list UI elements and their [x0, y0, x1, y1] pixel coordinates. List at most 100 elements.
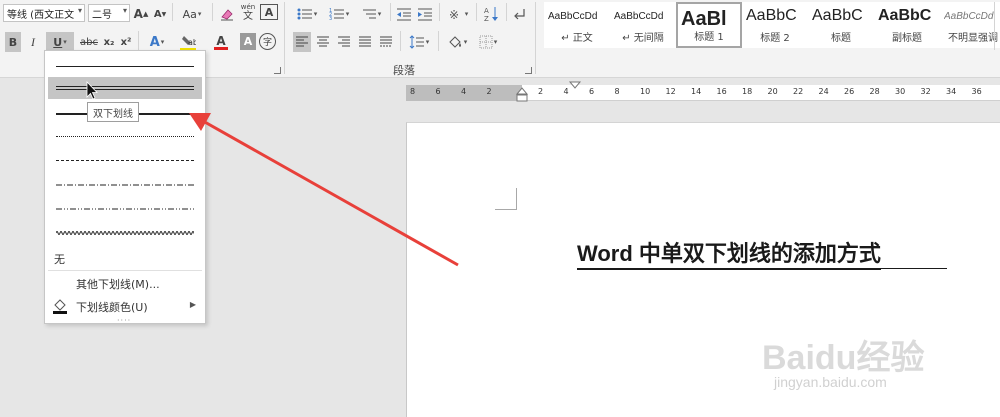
- sort-button[interactable]: AZ: [482, 4, 500, 24]
- change-case-button[interactable]: Aa ▾: [178, 4, 206, 24]
- paragraph-group-label: 段落: [393, 64, 415, 77]
- underline-none-option[interactable]: 无: [48, 247, 202, 269]
- text-effects-button[interactable]: A ▾: [144, 32, 170, 52]
- style-sample: AaBbCcDd: [548, 11, 598, 22]
- shrink-font-button[interactable]: A ▼: [153, 4, 167, 24]
- underline-single-option[interactable]: [48, 55, 202, 77]
- chevron-down-icon: ▾: [63, 38, 67, 46]
- ruler-tick-label: 8: [614, 87, 620, 96]
- highlight-button[interactable]: ab: [174, 32, 202, 52]
- ruler-tick-label: 22: [793, 87, 804, 96]
- document-title[interactable]: Word 中单双下划线的添加方式: [577, 236, 881, 270]
- ruler-tick-label: 18: [742, 87, 753, 96]
- show-marks-button[interactable]: [511, 4, 529, 24]
- ruler-tick-label: 28: [869, 87, 880, 96]
- ruler-tick-label: 14: [691, 87, 702, 96]
- underline-dash-dot-option[interactable]: [48, 174, 202, 196]
- menu-resize-grip[interactable]: ····: [117, 316, 131, 325]
- style-tile[interactable]: AaBl 标题 1: [676, 2, 742, 48]
- align-center-icon: [317, 36, 329, 47]
- subscript-button[interactable]: x₂: [101, 32, 117, 52]
- style-sample: AaBbCcDd: [614, 11, 664, 22]
- increase-indent-button[interactable]: [416, 4, 434, 24]
- svg-text:ab: ab: [188, 38, 196, 47]
- align-left-button[interactable]: [293, 32, 311, 52]
- borders-icon: [479, 35, 493, 49]
- style-tile[interactable]: AaBbC 副标题: [874, 2, 940, 48]
- underline-dotted-option[interactable]: [48, 125, 202, 147]
- numbering-button[interactable]: 1 2 3 ▾: [325, 4, 353, 24]
- align-right-button[interactable]: [335, 32, 353, 52]
- style-name: ↵ 正文: [561, 33, 593, 44]
- underline-wavy-option[interactable]: [48, 223, 202, 245]
- eraser-icon: [221, 9, 233, 21]
- style-name: 不明显强调: [948, 33, 998, 44]
- outdent-icon: [397, 8, 411, 21]
- bullets-button[interactable]: ▾: [293, 4, 321, 24]
- underline-double-option[interactable]: [48, 77, 202, 99]
- ruler-tick-label: 30: [895, 87, 906, 96]
- line-spacing-button[interactable]: ▾: [405, 32, 433, 52]
- multilevel-list-button[interactable]: ▾: [357, 4, 385, 24]
- ruler-tick-label: 12: [665, 87, 676, 96]
- bold-button[interactable]: B: [5, 32, 21, 52]
- ruler-tick-label: 26: [844, 87, 855, 96]
- grow-font-button[interactable]: A ▲: [134, 4, 149, 24]
- borders-button[interactable]: ▾: [474, 32, 502, 52]
- paint-bucket-icon: [53, 299, 67, 314]
- font-color-button[interactable]: A: [207, 32, 235, 52]
- italic-button[interactable]: I: [25, 32, 41, 52]
- style-tile[interactable]: AaBbCcDd 不明显强调: [940, 2, 1000, 48]
- style-tile[interactable]: AaBbCcDd ↵ 正文: [544, 2, 610, 48]
- underline-dash-dot-dot-option[interactable]: [48, 198, 202, 220]
- chevron-down-icon: ▾: [77, 6, 82, 15]
- numbered-list-icon: 123: [329, 8, 344, 21]
- svg-text:Z: Z: [484, 15, 489, 22]
- style-name: 标题 2: [760, 33, 790, 44]
- ruler-tick-label: 2: [486, 87, 492, 96]
- bullet-list-icon: [297, 8, 312, 20]
- indent-icon: [418, 8, 432, 21]
- underline-color-option[interactable]: 下划线颜色(U) ▶: [48, 295, 202, 317]
- chevron-right-icon: ▶: [189, 300, 196, 309]
- style-sample: AaBbC: [878, 7, 932, 24]
- paragraph-dialog-launcher[interactable]: [525, 67, 532, 74]
- style-tile[interactable]: AaBbC 标题: [808, 2, 874, 48]
- return-arrow-icon: [514, 9, 525, 20]
- style-sample: AaBbCcDd: [944, 11, 994, 22]
- align-center-button[interactable]: [314, 32, 332, 52]
- more-underlines-option[interactable]: 其他下划线(M)...: [48, 272, 202, 294]
- ruler-tick-label: 2: [538, 87, 544, 96]
- style-sample: AaBbC: [812, 7, 863, 24]
- shading-button[interactable]: ▾: [443, 32, 471, 52]
- strikethrough-button[interactable]: abc: [78, 32, 100, 52]
- font-size-dropdown[interactable]: 二号 ▾: [88, 4, 130, 22]
- phonetic-guide-button[interactable]: wén 文: [239, 2, 257, 22]
- style-tile[interactable]: AaBbC 标题 2: [742, 2, 808, 48]
- distributed-button[interactable]: [377, 32, 395, 52]
- sort-icon: AZ: [484, 7, 498, 22]
- superscript-button[interactable]: x²: [118, 32, 134, 52]
- ruler-tick-label: 20: [767, 87, 778, 96]
- align-right-icon: [338, 36, 350, 47]
- font-name-dropdown[interactable]: 等线 (西文正文 ▾: [3, 4, 85, 22]
- ruler-tick-label: 16: [716, 87, 727, 96]
- char-shading-button[interactable]: A: [240, 33, 256, 50]
- multilevel-list-icon: [362, 9, 376, 19]
- enclose-char-button[interactable]: 字: [259, 33, 276, 50]
- asian-layout-button[interactable]: ※ ▾: [444, 4, 472, 24]
- style-tile[interactable]: AaBbCcDd ↵ 无间隔: [610, 2, 676, 48]
- underline-dashed-option[interactable]: [48, 149, 202, 171]
- svg-text:A: A: [484, 7, 489, 15]
- justify-button[interactable]: [356, 32, 374, 52]
- double-underline-second-line: [577, 268, 947, 269]
- distributed-icon: [380, 36, 392, 47]
- font-dialog-launcher[interactable]: [274, 67, 281, 74]
- line-spacing-icon: [409, 35, 424, 49]
- clear-formatting-button[interactable]: [218, 4, 236, 24]
- style-name: 标题: [831, 33, 851, 44]
- decrease-indent-button[interactable]: [395, 4, 413, 24]
- horizontal-ruler[interactable]: 8 6 4 2 2 4 6 8 10 12 14 16 18 20 22 24 26 28 30 32 34 36: [406, 85, 1000, 101]
- underline-button[interactable]: U ▾: [46, 32, 74, 52]
- char-border-button[interactable]: A: [260, 4, 278, 20]
